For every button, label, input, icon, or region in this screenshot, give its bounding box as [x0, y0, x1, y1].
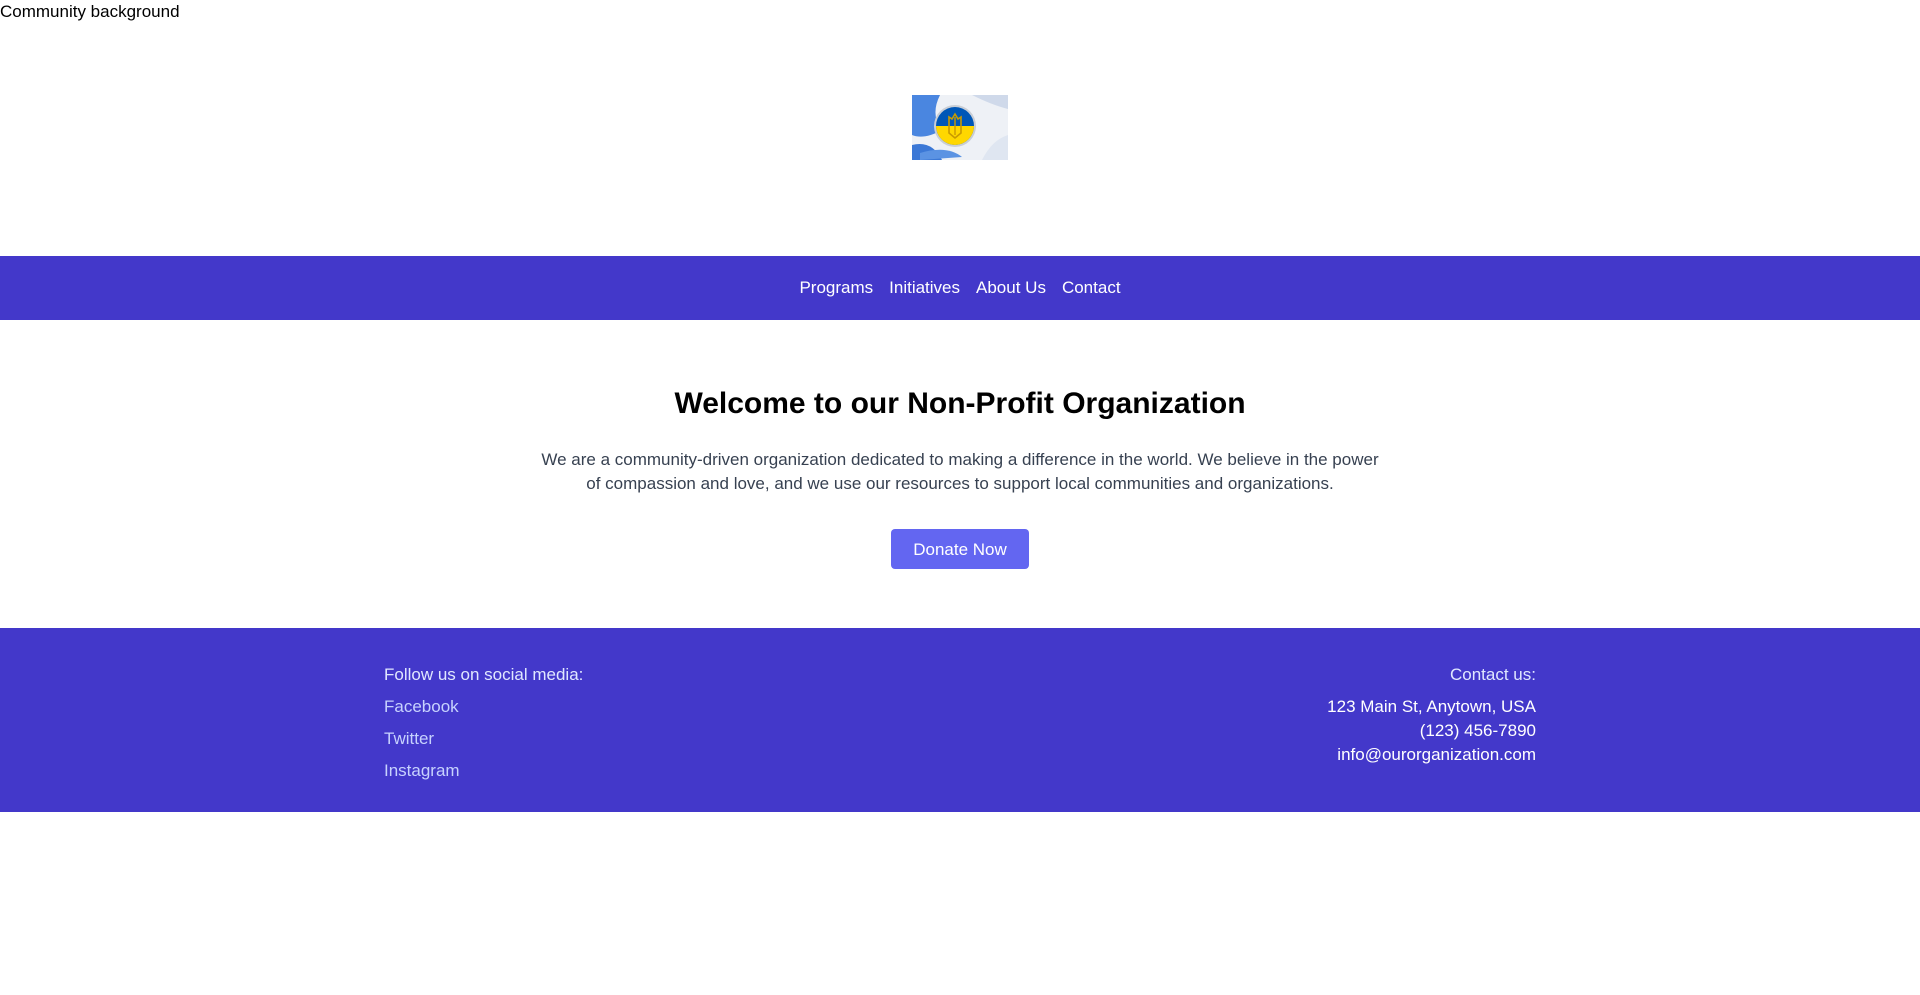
footer: Follow us on social media: Facebook Twit…	[0, 628, 1920, 812]
contact-email: info@ourorganization.com	[1337, 745, 1536, 764]
contact-address: 123 Main St, Anytown, USA	[1327, 697, 1536, 716]
instagram-link[interactable]: Instagram	[384, 759, 583, 783]
social-heading: Follow us on social media:	[384, 665, 584, 684]
twitter-link[interactable]: Twitter	[384, 727, 583, 751]
nav-item-programs[interactable]: Programs	[799, 276, 873, 300]
donate-button[interactable]: Donate Now	[891, 529, 1029, 569]
main-nav: Programs Initiatives About Us Contact	[0, 256, 1920, 320]
nav-item-initiatives[interactable]: Initiatives	[889, 276, 960, 300]
social-links-section: Follow us on social media: Facebook Twit…	[384, 663, 583, 783]
contact-section: Contact us: 123 Main St, Anytown, USA (1…	[1327, 663, 1536, 767]
hero-section: Welcome to our Non-Profit Organization W…	[0, 380, 1920, 569]
background-image-alt-text: Community background	[0, 2, 180, 21]
nav-item-about-us[interactable]: About Us	[976, 276, 1046, 300]
logo	[912, 95, 1008, 160]
page-title: Welcome to our Non-Profit Organization	[674, 387, 1246, 420]
contact-heading: Contact us:	[1450, 665, 1536, 684]
facebook-link[interactable]: Facebook	[384, 695, 583, 719]
ukraine-flag-badge-icon	[912, 95, 1008, 160]
hero-description: We are a community-driven organization d…	[541, 450, 1379, 493]
contact-phone: (123) 456-7890	[1419, 721, 1536, 740]
nav-item-contact[interactable]: Contact	[1062, 276, 1121, 300]
